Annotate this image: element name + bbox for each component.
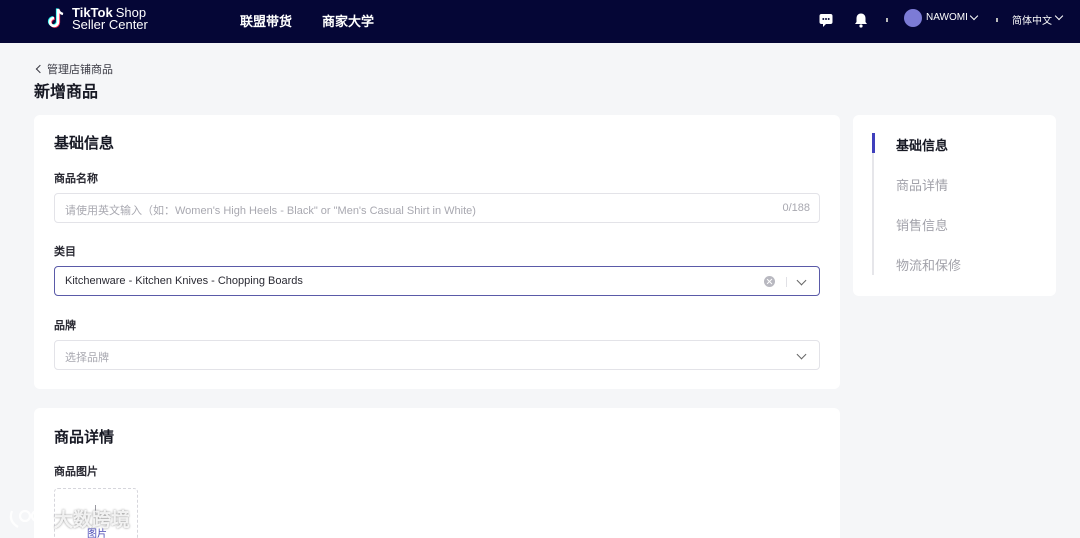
category-select[interactable]: Kitchenware - Kitchen Knives - Chopping … (54, 266, 820, 296)
section-title: 基础信息 (54, 135, 115, 152)
category-label: 类目 (54, 246, 76, 258)
user-name[interactable]: NAWOMI (926, 12, 968, 23)
top-navigation-bar: TikTok Shop Seller Center 联盟带货 商家大学 NAWOM… (0, 0, 1080, 43)
breadcrumb-back-link[interactable]: 管理店铺商品 (35, 61, 113, 77)
brand-label: 品牌 (54, 320, 76, 332)
divider (996, 18, 998, 22)
anchor-basic-info[interactable]: 基础信息 (896, 135, 948, 154)
product-name-input[interactable]: 请使用英文输入（如：Women's High Heels - Black" or… (54, 193, 820, 223)
tiktok-shop-logo[interactable]: TikTok Shop Seller Center (47, 5, 148, 33)
watermark-logo-icon (9, 509, 44, 528)
product-name-placeholder: 请使用英文输入（如：Women's High Heels - Black" or… (65, 205, 476, 217)
bell-icon[interactable] (853, 12, 869, 28)
avatar[interactable] (904, 9, 922, 27)
nav-affiliate[interactable]: 联盟带货 (240, 11, 292, 30)
category-value: Kitchenware - Kitchen Knives - Chopping … (65, 275, 303, 287)
brand-select[interactable]: 选择品牌 (54, 340, 820, 370)
back-chevron-icon (35, 64, 45, 74)
product-details-card: 商品详情 商品图片 图片 (34, 408, 840, 538)
section-title: 商品详情 (54, 429, 115, 446)
active-indicator (872, 133, 875, 153)
chevron-down-icon[interactable] (969, 11, 979, 21)
watermark: 大数跨境 (8, 505, 130, 532)
section-anchor-nav: 基础信息 商品详情 销售信息 物流和保修 (853, 115, 1056, 296)
divider (886, 18, 888, 22)
divider (786, 277, 787, 287)
logo-subtitle: Seller Center (72, 17, 148, 32)
anchor-sales-info[interactable]: 销售信息 (896, 215, 948, 234)
watermark-text: 大数跨境 (54, 510, 131, 531)
back-label: 管理店铺商品 (47, 64, 113, 76)
product-images-label: 商品图片 (54, 466, 98, 478)
nav-seller-university[interactable]: 商家大学 (322, 11, 374, 30)
char-count: 0/188 (782, 202, 810, 214)
chevron-down-icon[interactable] (796, 275, 807, 286)
brand-placeholder: 选择品牌 (65, 352, 109, 364)
language-selector[interactable]: 简体中文 (1012, 12, 1052, 27)
tiktok-logo-icon (47, 8, 64, 28)
chevron-down-icon[interactable] (1054, 11, 1064, 21)
anchor-shipping-warranty[interactable]: 物流和保修 (896, 255, 961, 274)
clear-icon[interactable] (764, 276, 775, 287)
anchor-product-details[interactable]: 商品详情 (896, 175, 948, 194)
message-icon[interactable] (818, 12, 834, 28)
product-name-label: 商品名称 (54, 173, 98, 185)
basic-info-card: 基础信息 商品名称 请使用英文输入（如：Women's High Heels -… (34, 115, 840, 389)
page-title: 新增商品 (34, 84, 99, 101)
chevron-down-icon[interactable] (796, 349, 807, 360)
nav-track (872, 133, 874, 275)
